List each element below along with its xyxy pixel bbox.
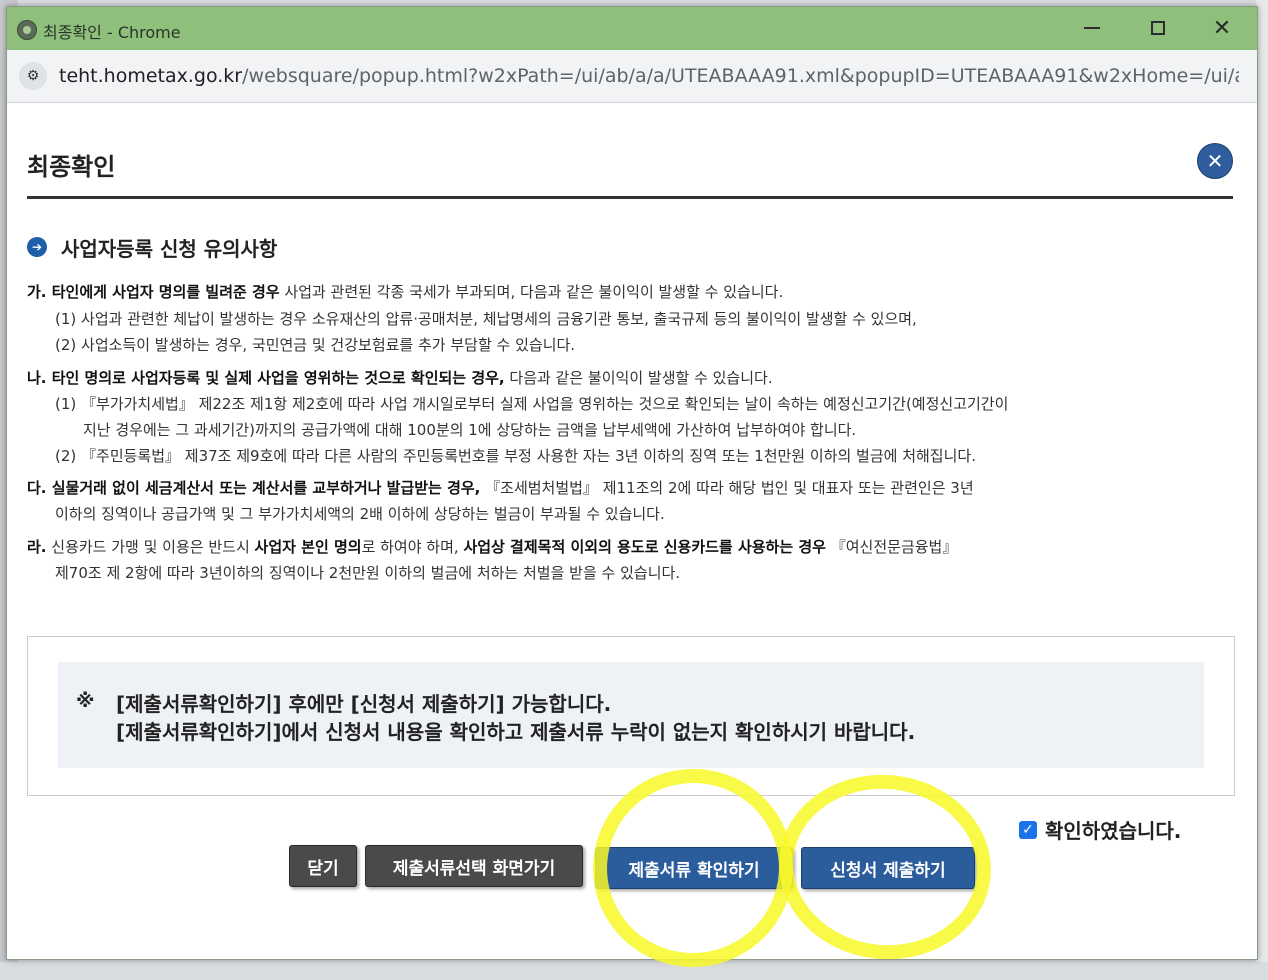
note-na-1a: (1) 『부가가치세법』 제22조 제1항 제2호에 따라 사업 개시일로부터 … [55, 395, 1009, 413]
notice-line-1: [제출서류확인하기] 후에만 [신청서 제출하기] 가능합니다. [116, 692, 612, 716]
title-divider [27, 196, 1233, 199]
dialog-close-icon[interactable]: ✕ [1197, 143, 1233, 179]
maximize-button[interactable] [1135, 13, 1181, 43]
notice-line-2: [제출서류확인하기]에서 신청서 내용을 확인하고 제출서류 누락이 없는지 확… [116, 720, 916, 744]
minimize-icon [1084, 27, 1100, 29]
note-ra-a: 신용카드 가맹 및 이용은 반드시 [46, 538, 255, 556]
window-close-button[interactable]: ✕ [1199, 13, 1245, 43]
note-na-2: (2) 『주민등록법』 제37조 제9호에 따라 다른 사람의 주민등록번호를 … [55, 447, 976, 465]
url-host: teht.hometax.go.kr [59, 65, 243, 87]
note-ra-c: 로 하여야 하며, [361, 538, 464, 556]
close-icon: ✕ [1212, 15, 1232, 41]
note-ga-bold: 가. 타인에게 사업자 명의를 빌려준 경우 [27, 283, 280, 301]
note-na-bold: 나. 타인 명의로 사업자등록 및 실제 사업을 영위하는 것으로 확인되는 경… [27, 369, 505, 387]
url-path: /websquare/popup.html?w2xPath=/ui/ab/a/a… [242, 65, 1239, 87]
check-documents-button[interactable]: 제출서류 확인하기 [595, 847, 793, 889]
note-ra-b: 사업자 본인 명의 [254, 538, 362, 556]
window-titlebar: 최종확인 - Chrome ✕ [7, 7, 1257, 50]
reference-mark: ※ [76, 690, 95, 712]
select-documents-button[interactable]: 제출서류선택 화면가기 [365, 845, 583, 887]
site-info-icon[interactable]: ⚙ [19, 62, 47, 90]
arrow-circle-icon: ➔ [27, 237, 47, 257]
notice-box: ※ [제출서류확인하기] 후에만 [신청서 제출하기] 가능합니다. [제출서류… [27, 636, 1235, 796]
note-na: 나. 타인 명의로 사업자등록 및 실제 사업을 영위하는 것으로 확인되는 경… [27, 367, 773, 388]
window-title: 최종확인 - Chrome [43, 23, 181, 42]
note-ga-2: (2) 사업소득이 발생하는 경우, 국민연금 및 건강보험료를 추가 부담할 … [55, 336, 576, 354]
confirm-checkbox-row[interactable]: ✓ 확인하였습니다. [1019, 815, 1181, 844]
note-ra-2: 제70조 제 2항에 따라 3년이하의 징역이나 2천만원 이하의 벌금에 처하… [55, 564, 681, 582]
note-ra-label: 라. [27, 538, 47, 556]
note-ra-e: 『여신전문금융법』 [825, 538, 958, 556]
popup-window: 최종확인 - Chrome ✕ ⚙ teht.hometax.go.kr/web… [6, 6, 1258, 980]
note-na-text: 다음과 같은 불이익이 발생할 수 있습니다. [504, 369, 773, 387]
notice-panel: ※ [제출서류확인하기] 후에만 [신청서 제출하기] 가능합니다. [제출서류… [58, 662, 1204, 768]
note-na-1b: 지난 경우에는 그 과세기간)까지의 공급가액에 대해 100분의 1에 상당하… [83, 421, 857, 439]
close-button[interactable]: 닫기 [289, 845, 357, 887]
note-da: 다. 실물거래 없이 세금계산서 또는 계산서를 교부하거나 발급받는 경우, … [27, 477, 974, 498]
dialog-title: 최종확인 [27, 153, 116, 181]
note-ra-d: 사업상 결제목적 이외의 용도로 신용카드를 사용하는 경우 [463, 538, 826, 556]
note-da-bold: 다. 실물거래 없이 세금계산서 또는 계산서를 교부하거나 발급받는 경우, [27, 479, 481, 497]
address-bar[interactable]: ⚙ teht.hometax.go.kr/websquare/popup.htm… [7, 50, 1257, 103]
chrome-icon [17, 20, 37, 40]
submit-application-button[interactable]: 신청서 제출하기 [801, 847, 975, 889]
section-header: ➔ 사업자등록 신청 유의사항 [27, 233, 277, 261]
note-ga: 가. 타인에게 사업자 명의를 빌려준 경우 사업과 관련된 각종 국세가 부과… [27, 281, 783, 302]
confirm-label[interactable]: 확인하였습니다. [1045, 815, 1181, 844]
note-ga-text: 사업과 관련된 각종 국세가 부과되며, 다음과 같은 불이익이 발생할 수 있… [279, 283, 784, 301]
section-title: 사업자등록 신청 유의사항 [61, 236, 278, 261]
maximize-icon [1151, 21, 1165, 35]
minimize-button[interactable] [1069, 13, 1115, 43]
note-ga-1: (1) 사업과 관련한 체납이 발생하는 경우 소유재산의 압류·공매처분, 체… [55, 310, 917, 328]
note-da-text: 『조세범처벌법』 제11조의 2에 따라 해당 법인 및 대표자 또는 관련인은… [480, 479, 974, 497]
final-confirm-dialog: 최종확인 ✕ ➔ 사업자등록 신청 유의사항 가. 타인에게 사업자 명의를 빌… [7, 103, 1257, 980]
url-text[interactable]: teht.hometax.go.kr/websquare/popup.html?… [59, 65, 1239, 87]
note-da-2: 이하의 징역이나 공급가액 및 그 부가가치세액의 2배 이하에 상당하는 벌금… [55, 505, 665, 523]
note-ra: 라. 신용카드 가맹 및 이용은 반드시 사업자 본인 명의로 하여야 하며, … [27, 536, 957, 557]
confirm-checkbox[interactable]: ✓ [1019, 820, 1037, 839]
